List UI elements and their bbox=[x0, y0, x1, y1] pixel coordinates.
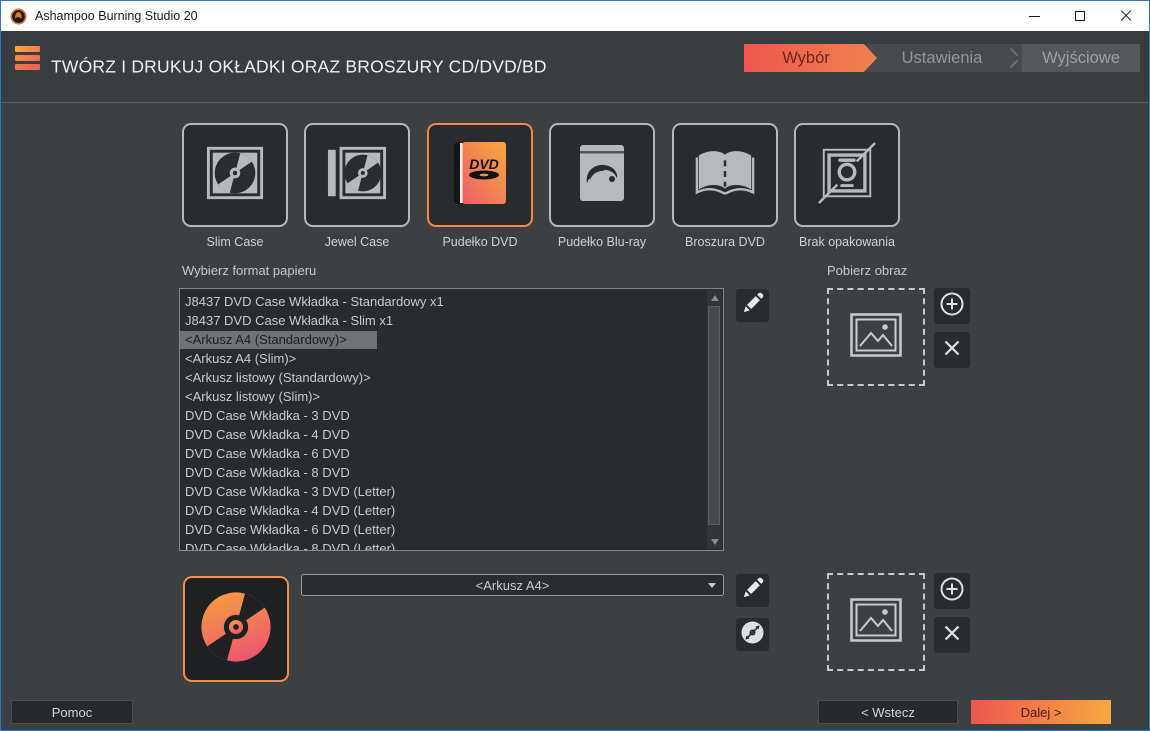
image-placeholder-icon bbox=[850, 312, 902, 362]
app-logo-icon bbox=[10, 8, 27, 25]
step-wyjsciowe[interactable]: Wyjściowe bbox=[1022, 44, 1140, 72]
triangle-up-icon bbox=[710, 294, 719, 301]
scroll-down-button[interactable] bbox=[707, 534, 722, 549]
case-label-dvd-box: Pudełko DVD bbox=[442, 235, 518, 249]
case-label-dvd-booklet: Broszura DVD bbox=[685, 235, 765, 249]
slim-case-icon bbox=[204, 143, 266, 208]
titlebar[interactable]: Ashampoo Burning Studio 20 bbox=[1, 1, 1149, 31]
edit-disc-paper-button[interactable] bbox=[736, 574, 769, 607]
paper-format-label: Wybierz format papieru bbox=[182, 263, 317, 278]
minimize-button[interactable] bbox=[1011, 1, 1057, 31]
svg-text:DVD: DVD bbox=[469, 156, 499, 172]
chevron-separator-icon bbox=[1006, 44, 1022, 72]
list-item-selected[interactable]: <Arkusz A4 (Standardowy)> bbox=[180, 330, 723, 349]
help-button[interactable]: Pomoc bbox=[11, 700, 133, 724]
caret-down-icon bbox=[708, 583, 716, 588]
header: TWÓRZ I DRUKUJ OKŁADKI ORAZ BROSZURY CD/… bbox=[1, 31, 1149, 103]
list-item[interactable]: DVD Case Wkładka - 6 DVD (Letter) bbox=[180, 520, 723, 539]
x-icon bbox=[942, 623, 962, 648]
bluray-box-icon bbox=[574, 143, 630, 208]
triangle-down-icon bbox=[710, 538, 719, 545]
case-label-bluray-box: Pudełko Blu-ray bbox=[557, 235, 647, 249]
minimize-icon bbox=[1028, 15, 1040, 17]
plus-circle-icon bbox=[939, 291, 965, 322]
jewel-case-icon bbox=[326, 143, 388, 208]
step-ustawienia[interactable]: Ustawienia bbox=[866, 44, 1006, 72]
maximize-button[interactable] bbox=[1057, 1, 1103, 31]
case-no-packaging-button[interactable] bbox=[794, 123, 900, 227]
case-label-slim-case: Slim Case bbox=[206, 235, 264, 249]
disc-image-dropzone[interactable] bbox=[827, 573, 925, 671]
scrollbar-thumb[interactable] bbox=[708, 306, 720, 525]
close-icon bbox=[1120, 10, 1132, 22]
back-button[interactable]: < Wstecz bbox=[818, 700, 958, 724]
list-item[interactable]: J8437 DVD Case Wkładka - Standardowy x1 bbox=[180, 292, 723, 311]
remove-cover-image-button[interactable] bbox=[934, 332, 970, 368]
dvd-box-icon: DVD bbox=[452, 141, 508, 210]
add-cover-image-button[interactable] bbox=[934, 288, 970, 324]
disc-icon bbox=[195, 586, 277, 673]
list-item[interactable]: <Arkusz listowy (Slim)> bbox=[180, 387, 723, 406]
add-disc-image-button[interactable] bbox=[934, 573, 970, 609]
case-dvd-box-button[interactable]: DVD bbox=[427, 123, 533, 227]
app-window: Ashampoo Burning Studio 20 TWÓRZ I DRUKU… bbox=[0, 0, 1150, 731]
disc-resize-icon bbox=[739, 619, 766, 651]
wizard-steps: Wybór Ustawienia Wyjściowe bbox=[744, 44, 1140, 72]
disc-size-button[interactable] bbox=[736, 618, 769, 651]
paper-size-dropdown-value: <Arkusz A4> bbox=[475, 577, 550, 593]
pencil-icon bbox=[742, 577, 764, 604]
page-title: TWÓRZ I DRUKUJ OKŁADKI ORAZ BROSZURY CD/… bbox=[51, 56, 547, 76]
list-item[interactable]: DVD Case Wkładka - 3 DVD (Letter) bbox=[180, 482, 723, 501]
list-item[interactable]: DVD Case Wkładka - 4 DVD (Letter) bbox=[180, 501, 723, 520]
edit-paper-format-button[interactable] bbox=[736, 289, 769, 322]
list-item[interactable]: J8437 DVD Case Wkładka - Slim x1 bbox=[180, 311, 723, 330]
hamburger-menu-icon[interactable] bbox=[15, 46, 40, 70]
list-item[interactable]: DVD Case Wkładka - 8 DVD (Letter) bbox=[180, 539, 723, 550]
step-wybor[interactable]: Wybór bbox=[744, 44, 877, 72]
list-item[interactable]: <Arkusz listowy (Standardowy)> bbox=[180, 368, 723, 387]
scroll-up-button[interactable] bbox=[707, 290, 722, 305]
get-image-label: Pobierz obraz bbox=[827, 263, 908, 278]
list-item[interactable]: DVD Case Wkładka - 4 DVD bbox=[180, 425, 723, 444]
window-title: Ashampoo Burning Studio 20 bbox=[35, 9, 198, 23]
case-label-no-packaging: Brak opakowania bbox=[799, 235, 895, 249]
paper-size-dropdown[interactable]: <Arkusz A4> bbox=[301, 574, 724, 596]
image-placeholder-icon bbox=[850, 597, 902, 647]
next-button[interactable]: Dalej > bbox=[971, 700, 1111, 724]
maximize-icon bbox=[1075, 11, 1085, 21]
case-dvd-booklet-button[interactable] bbox=[672, 123, 778, 227]
plus-circle-icon bbox=[939, 576, 965, 607]
cover-image-dropzone[interactable] bbox=[827, 288, 925, 386]
dvd-booklet-icon bbox=[694, 145, 756, 206]
list-item[interactable]: <Arkusz A4 (Slim)> bbox=[180, 349, 723, 368]
case-jewel-case-button[interactable] bbox=[304, 123, 410, 227]
close-button[interactable] bbox=[1103, 1, 1149, 31]
no-packaging-icon bbox=[816, 141, 878, 209]
list-item[interactable]: DVD Case Wkładka - 6 DVD bbox=[180, 444, 723, 463]
remove-disc-image-button[interactable] bbox=[934, 617, 970, 653]
scrollbar[interactable] bbox=[707, 290, 722, 549]
x-icon bbox=[942, 338, 962, 363]
list-item[interactable]: DVD Case Wkładka - 3 DVD bbox=[180, 406, 723, 425]
list-item[interactable]: DVD Case Wkładka - 8 DVD bbox=[180, 463, 723, 482]
case-bluray-box-button[interactable] bbox=[549, 123, 655, 227]
disc-label-thumbnail[interactable] bbox=[183, 576, 289, 682]
paper-format-listbox[interactable]: J8437 DVD Case Wkładka - Standardowy x1 … bbox=[179, 288, 724, 551]
case-label-jewel-case: Jewel Case bbox=[324, 235, 390, 249]
pencil-icon bbox=[742, 292, 764, 319]
case-slim-case-button[interactable] bbox=[182, 123, 288, 227]
